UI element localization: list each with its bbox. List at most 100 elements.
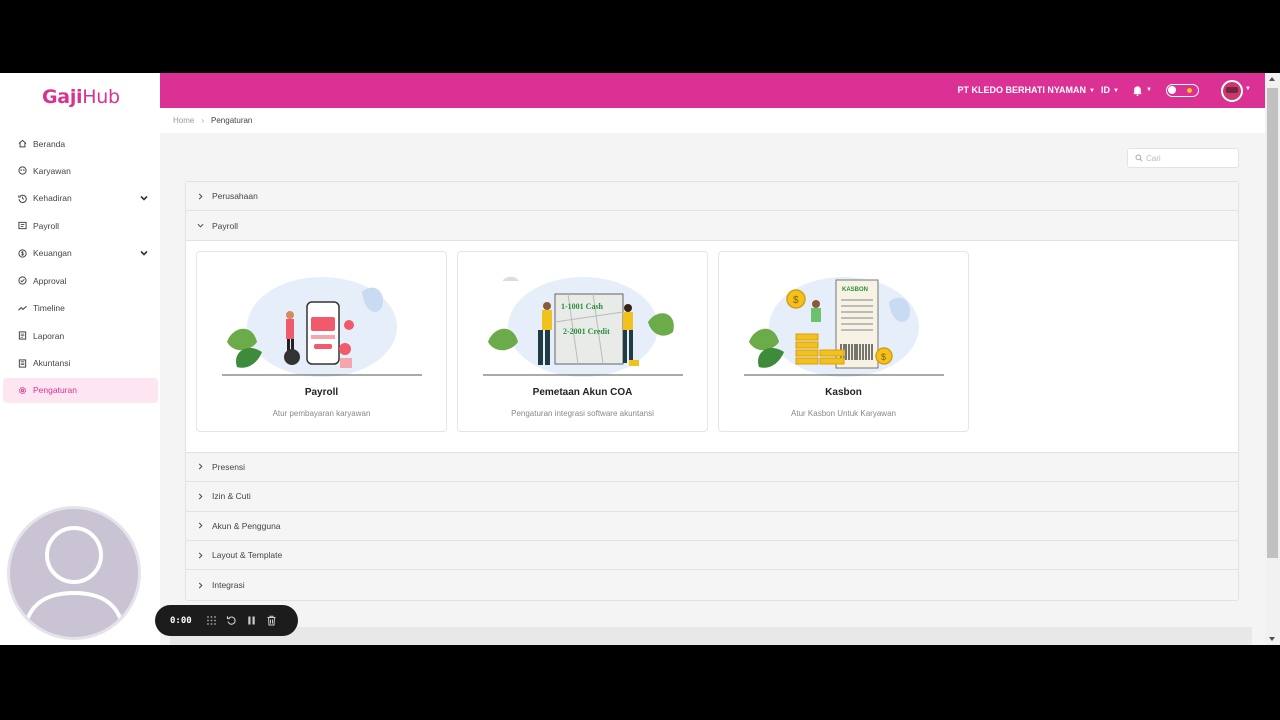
svg-text:$: $ <box>793 295 799 306</box>
search-icon <box>1135 154 1143 162</box>
sidebar-item-payroll[interactable]: Payroll <box>3 213 158 238</box>
theme-toggle[interactable] <box>1166 84 1199 97</box>
dollar-icon <box>18 249 27 258</box>
payroll-section-body: Payroll Atur pembayaran karyawan 1-1001 … <box>186 240 1238 453</box>
chevron-right-icon <box>197 552 204 559</box>
chevron-down-icon[interactable] <box>140 249 148 257</box>
drag-handle-icon[interactable] <box>206 615 217 626</box>
bell-icon <box>1133 85 1142 96</box>
section-integrasi[interactable]: Integrasi <box>186 570 1238 600</box>
coa-mapping-card[interactable]: 1-1001 Cash 2-2001 Credit Pemetaan Akun … <box>457 250 708 432</box>
sidebar-item-label: Keuangan <box>33 248 72 259</box>
payroll-illustration <box>222 276 422 377</box>
card-title: Pemetaan Akun COA <box>532 386 633 398</box>
sidebar-item-beranda[interactable]: Beranda <box>3 131 158 156</box>
screen-recorder-toolbar: 0:00 <box>155 605 298 636</box>
chevron-down-icon <box>197 222 204 229</box>
home-icon <box>18 139 27 148</box>
book-icon <box>18 358 27 368</box>
breadcrumb-separator-icon: › <box>201 116 205 125</box>
chevron-right-icon <box>197 522 204 529</box>
check-circle-icon <box>18 276 27 285</box>
sidebar-item-label: Karyawan <box>33 165 71 176</box>
file-icon <box>18 331 27 340</box>
payroll-icon <box>18 221 27 230</box>
section-layout-template[interactable]: Layout & Template <box>186 540 1238 571</box>
section-akun-pengguna[interactable]: Akun & Pengguna <box>186 511 1238 541</box>
company-selector[interactable]: PT KLEDO BERHATI NYAMAN ▼ <box>958 85 1095 95</box>
breadcrumb-home[interactable]: Home <box>173 116 194 125</box>
sidebar-item-label: Payroll <box>33 220 59 231</box>
top-header: PT KLEDO BERHATI NYAMAN ▼ ID ▼ ▼ ▼ <box>160 73 1265 108</box>
section-label: Payroll <box>212 220 238 231</box>
caret-down-icon: ▼ <box>1113 88 1119 94</box>
language-selector[interactable]: ID ▼ <box>1101 85 1119 95</box>
kasbon-illustration: KASBON $ $ <box>744 276 944 377</box>
section-label: Izin & Cuti <box>212 491 251 502</box>
history-icon <box>18 194 27 203</box>
chevron-right-icon <box>197 193 204 200</box>
webcam-avatar <box>7 506 141 640</box>
chevron-right-icon <box>197 493 204 500</box>
section-presensi[interactable]: Presensi <box>186 452 1238 483</box>
illus-line-2: 2-2001 Credit <box>563 327 610 336</box>
gajihub-logo[interactable]: GajiHub <box>42 86 120 108</box>
sidebar-item-akuntansi[interactable]: Akuntansi <box>3 351 158 376</box>
chevron-down-icon[interactable] <box>140 194 148 202</box>
page-scrollbar[interactable] <box>1265 73 1280 645</box>
sidebar-item-keuangan[interactable]: Keuangan <box>3 241 158 266</box>
chart-line-icon <box>18 304 27 313</box>
sidebar-item-timeline[interactable]: Timeline <box>3 296 158 321</box>
sidebar-item-approval[interactable]: Approval <box>3 268 158 293</box>
sidebar-nav: Beranda Karyawan Kehadiran Payroll Keuan… <box>3 131 158 405</box>
section-label: Presensi <box>212 461 246 472</box>
gear-icon <box>18 386 27 395</box>
payroll-card[interactable]: Payroll Atur pembayaran karyawan <box>196 250 447 432</box>
sidebar-item-label: Approval <box>33 275 67 286</box>
chevron-right-icon <box>197 463 204 470</box>
card-description: Pengaturan integrasi software akuntansi <box>511 408 654 418</box>
section-label: Akun & Pengguna <box>212 520 281 531</box>
sidebar-item-label: Pengaturan <box>33 385 77 396</box>
users-icon <box>18 166 27 176</box>
card-title: Kasbon <box>825 386 862 398</box>
section-izin-cuti[interactable]: Izin & Cuti <box>186 482 1238 512</box>
card-description: Atur pembayaran karyawan <box>272 408 371 418</box>
settings-accordion: Perusahaan Payroll Payroll Atur pembayar… <box>185 181 1239 601</box>
footer-strip <box>170 627 1252 645</box>
illus-line-1: 1-1001 Cash <box>561 302 604 311</box>
section-label: Integrasi <box>212 580 245 591</box>
pause-icon[interactable] <box>246 615 257 626</box>
card-title: Payroll <box>304 386 339 398</box>
section-payroll[interactable]: Payroll <box>186 211 1238 241</box>
sidebar-item-karyawan[interactable]: Karyawan <box>3 158 158 183</box>
illus-kasbon-label: KASBON <box>842 287 868 293</box>
breadcrumb-current: Pengaturan <box>211 116 253 125</box>
recording-timer: 0:00 <box>170 615 192 626</box>
sun-icon <box>1187 88 1192 93</box>
caret-down-icon: ▼ <box>1146 87 1152 93</box>
scroll-down-icon[interactable] <box>1269 637 1275 641</box>
section-label: Layout & Template <box>212 550 283 561</box>
restart-icon[interactable] <box>226 615 237 626</box>
user-avatar[interactable] <box>1221 80 1243 102</box>
sidebar-item-laporan[interactable]: Laporan <box>3 323 158 348</box>
person-icon <box>22 526 126 634</box>
search-box[interactable] <box>1127 148 1239 168</box>
sidebar-item-kehadiran[interactable]: Kehadiran <box>3 186 158 211</box>
kasbon-card[interactable]: KASBON $ $ Kasbon Atur Kasbon Untuk Kary… <box>718 250 969 432</box>
caret-down-icon: ▼ <box>1245 86 1251 92</box>
search-input[interactable] <box>1146 153 1236 163</box>
scrollbar-thumb[interactable] <box>1267 88 1278 558</box>
toggle-knob <box>1168 86 1176 94</box>
sidebar-item-label: Akuntansi <box>33 358 71 368</box>
sidebar-item-label: Timeline <box>33 303 65 314</box>
section-perusahaan[interactable]: Perusahaan <box>186 182 1238 212</box>
sidebar-item-pengaturan[interactable]: Pengaturan <box>3 377 158 403</box>
coa-mapping-illustration: 1-1001 Cash 2-2001 Credit <box>483 276 683 377</box>
sidebar-item-label: Kehadiran <box>33 193 72 204</box>
scroll-up-icon[interactable] <box>1269 77 1275 81</box>
notification-button[interactable]: ▼ <box>1132 84 1152 96</box>
sidebar-item-label: Beranda <box>33 138 66 149</box>
trash-icon[interactable] <box>266 615 277 626</box>
